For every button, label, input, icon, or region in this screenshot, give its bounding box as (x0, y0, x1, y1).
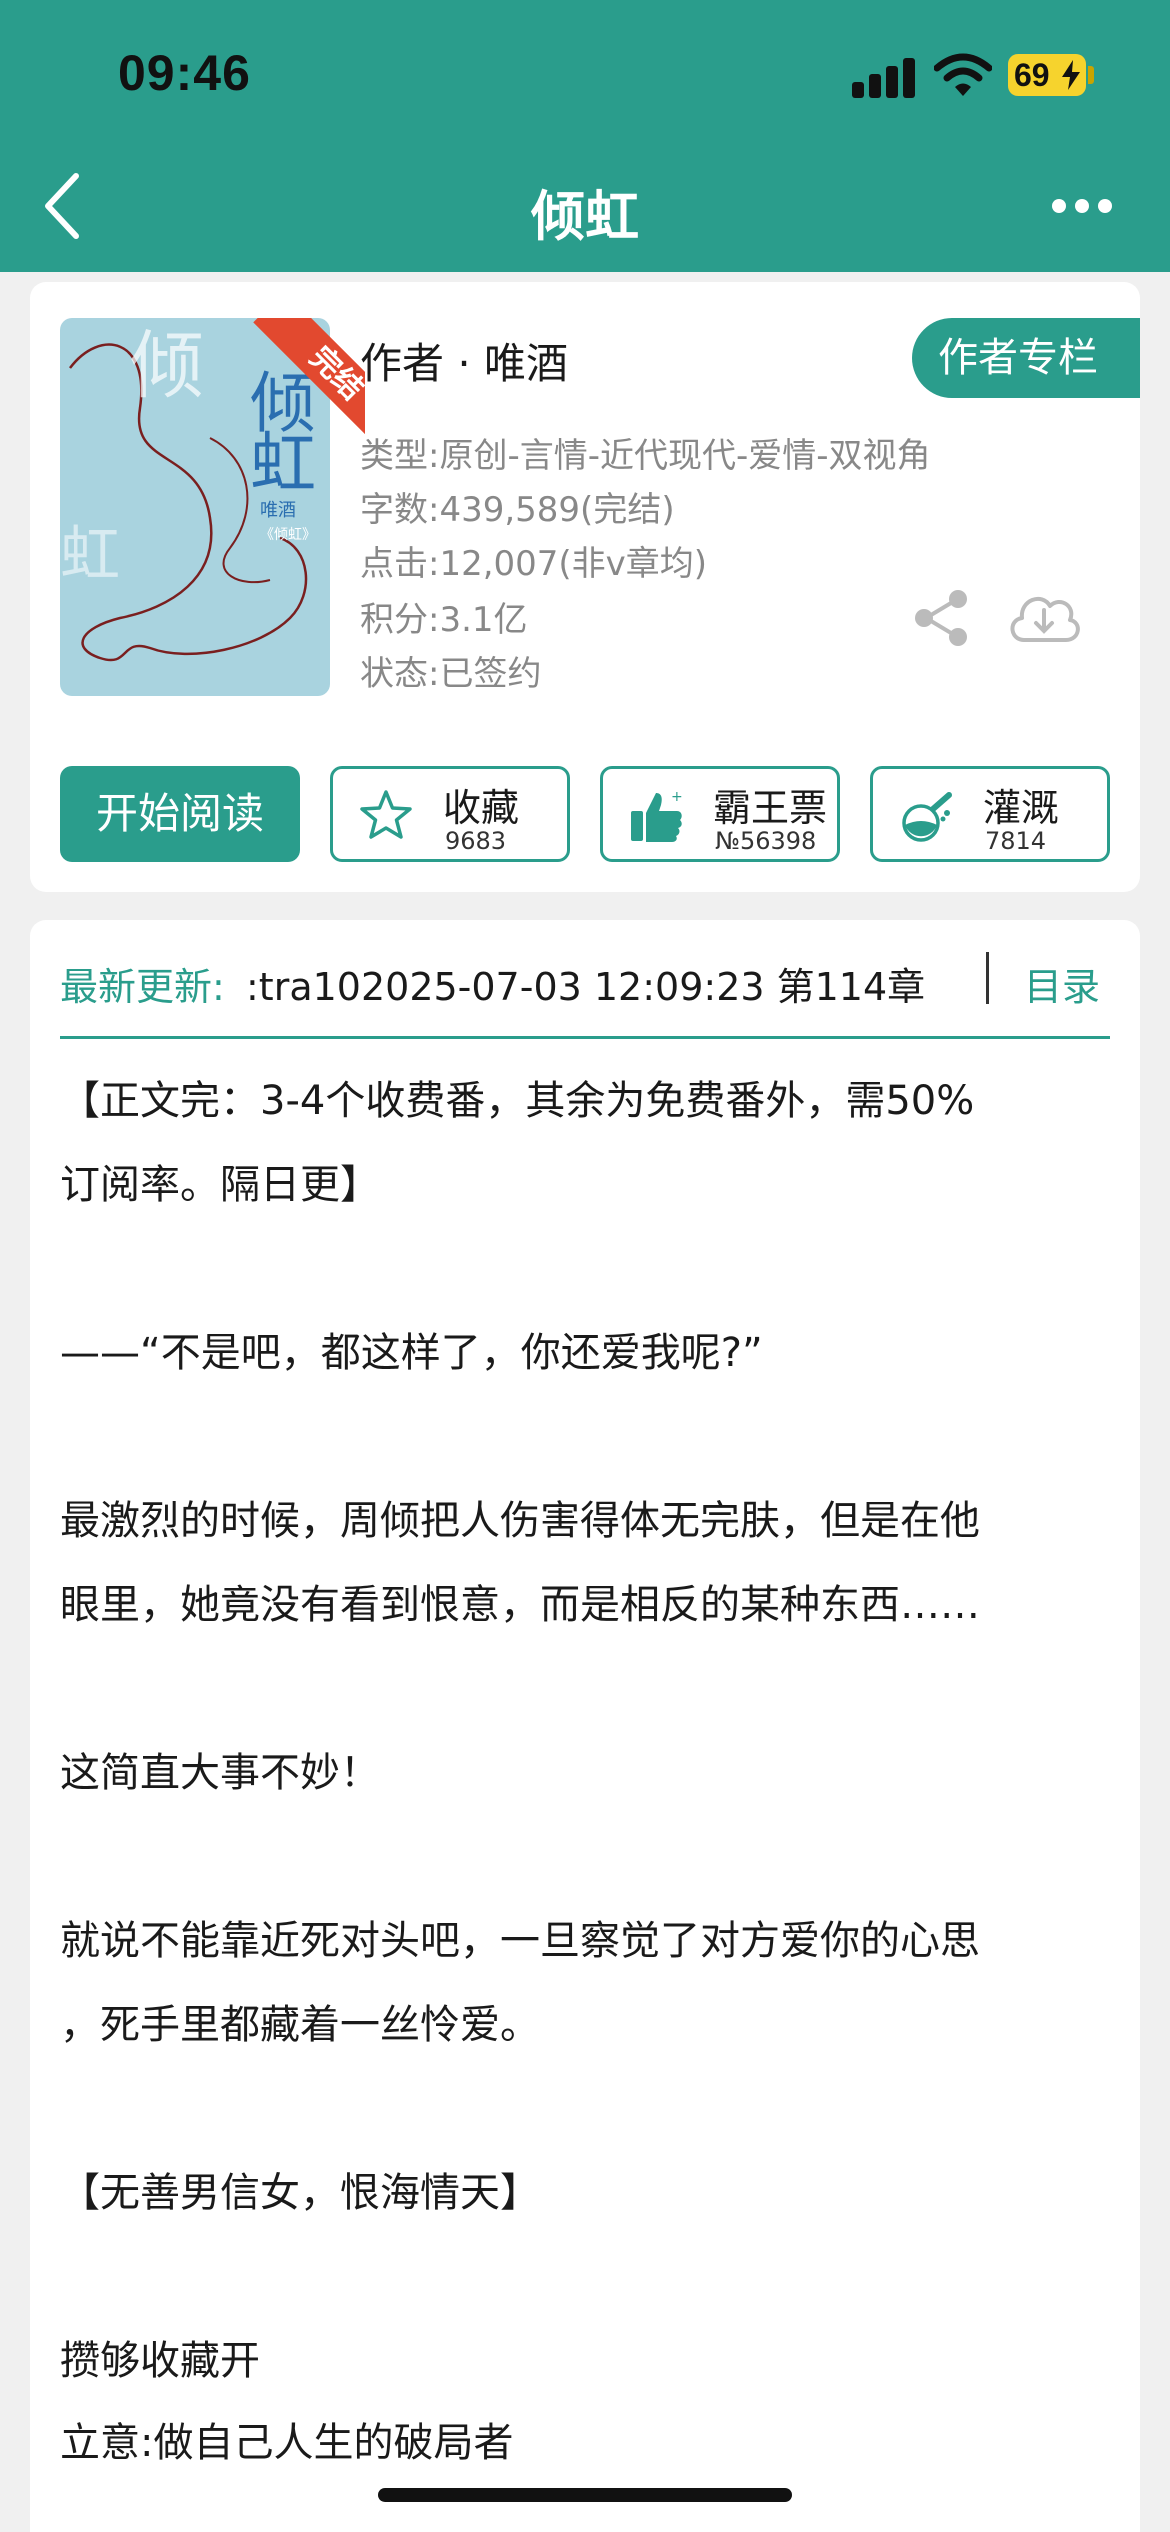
cover-title-watermark-2: 虹 (60, 520, 120, 590)
completed-badge-label: 完结 (253, 318, 365, 457)
author-name[interactable]: 作者 · 唯酒 (360, 330, 568, 391)
synopsis-line: 就说不能靠近死对头吧，一旦察觉了对方爱你的心思 (60, 1918, 980, 1964)
section-divider (60, 1036, 1110, 1039)
battery-indicator: 69 (1008, 54, 1086, 96)
collect-button[interactable]: 收藏 9683 (330, 766, 570, 862)
download-cloud-icon[interactable] (1006, 584, 1082, 646)
synopsis-line: 【无善男信女，恨海情天】 (60, 2170, 540, 2216)
share-icon[interactable] (912, 588, 972, 648)
charging-bolt-icon (1062, 60, 1080, 90)
cover-author: 唯酒 (260, 500, 296, 521)
page-title: 倾虹 (531, 185, 639, 248)
svg-text:+: + (671, 789, 683, 805)
synopsis-line: 最激烈的时候，周倾把人伤害得体无完肤，但是在他 (60, 1498, 980, 1544)
battery-tip (1088, 66, 1094, 84)
bawang-count: №56398 (715, 827, 817, 855)
synopsis-line: ，死手里都藏着一丝怜爱。 (60, 2002, 540, 2048)
more-dots-icon[interactable] (1052, 196, 1112, 216)
synopsis-line: 这简直大事不妙！ (60, 1750, 380, 1796)
wifi-icon (934, 53, 992, 96)
status-time: 09:46 (118, 45, 251, 101)
battery-level: 69 (1014, 57, 1050, 93)
latest-update-label: 最新更新: (60, 965, 225, 1009)
watering-flask-icon (902, 792, 952, 842)
synopsis-line: 眼里，她竟没有看到恨意，而是相反的某种东西…… (60, 1582, 980, 1628)
book-score: 积分:3.1亿 (360, 600, 528, 640)
synopsis-line: 订阅率。隔日更】 (60, 1162, 380, 1208)
synopsis-line: ——“不是吧，都这样了，你还爱我呢?” (60, 1330, 763, 1376)
book-type: 类型:原创-言情-近代现代-爱情-双视角 (360, 436, 931, 476)
divider (986, 952, 989, 1004)
table-of-contents-link[interactable]: 目录 (1024, 956, 1100, 1011)
book-word-count: 字数:439,589(完结) (360, 490, 675, 530)
home-indicator[interactable] (378, 2488, 792, 2502)
synopsis-line: 攒够收藏开 (60, 2338, 260, 2384)
start-reading-button[interactable]: 开始阅读 (60, 766, 300, 862)
collect-label: 收藏 (443, 786, 520, 830)
bawang-ticket-button[interactable]: + 霸王票 №56398 (600, 766, 840, 862)
irrigate-label: 灌溉 (983, 786, 1060, 830)
irrigate-button[interactable]: 灌溉 7814 (870, 766, 1110, 862)
latest-update-ticker[interactable]: :tra102025-07-03 12:09:23 第114章 (246, 956, 930, 1006)
bawang-label: 霸王票 (713, 786, 828, 830)
thumbs-up-icon: + (631, 789, 683, 842)
synopsis-line: 【正文完：3-4个收费番，其余为免费番外，需50% (60, 1078, 975, 1124)
completed-badge: 完结 (225, 318, 365, 458)
book-status: 状态:已签约 (360, 654, 542, 694)
collect-count: 9683 (445, 827, 507, 855)
book-clicks: 点击:12,007(非v章均) (360, 544, 708, 584)
irrigate-count: 7814 (985, 827, 1047, 855)
author-column-button[interactable]: 作者专栏 (912, 318, 1140, 398)
cover-subtitle: 《倾虹》 (260, 527, 316, 543)
star-icon (360, 790, 412, 839)
synopsis-line: 立意:做自己人生的破局者 (60, 2420, 514, 2466)
cover-title-watermark: 倾 (130, 323, 204, 409)
cellular-signal-icon (852, 56, 916, 98)
